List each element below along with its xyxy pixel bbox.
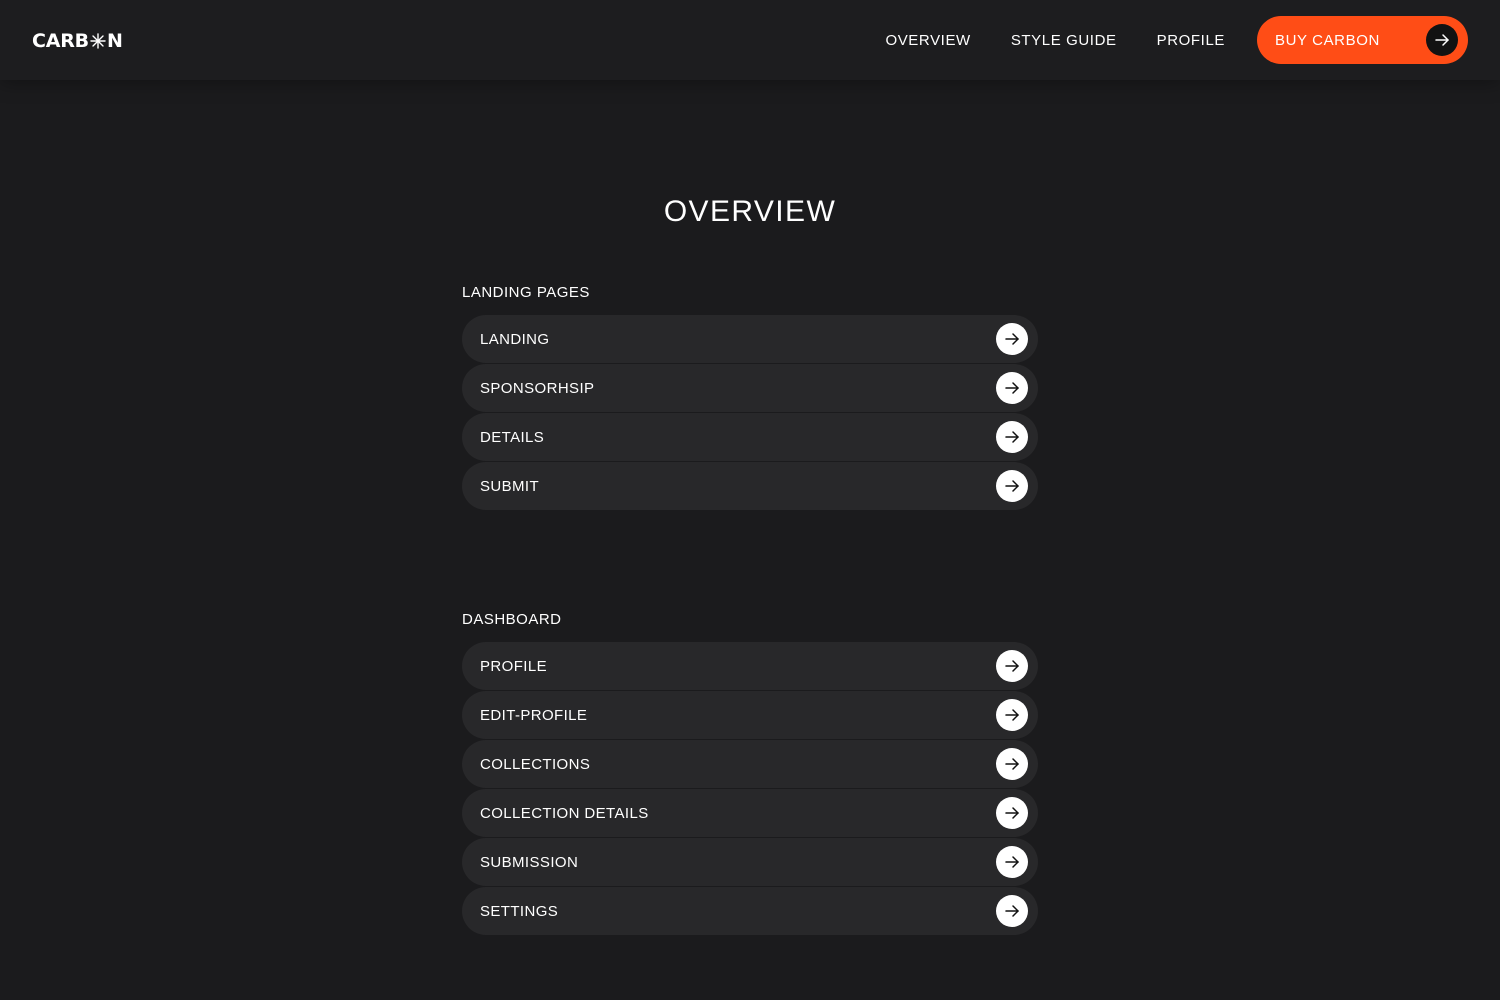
arrow-right-icon[interactable] — [996, 470, 1028, 502]
logo-text-start: CARB — [32, 30, 89, 52]
arrow-right-icon[interactable] — [996, 372, 1028, 404]
list-item-profile[interactable]: PROFILE — [462, 642, 1038, 690]
arrow-right-icon[interactable] — [996, 421, 1028, 453]
nav-overview[interactable]: OVERVIEW — [885, 32, 970, 49]
list-item-label: LANDING — [480, 330, 550, 348]
nav-style-guide[interactable]: STYLE GUIDE — [1011, 32, 1117, 49]
list-item-edit-profile[interactable]: EDIT-PROFILE — [462, 691, 1038, 739]
section-title: DASHBOARD — [462, 611, 562, 628]
arrow-right-icon[interactable] — [996, 748, 1028, 780]
list-item-label: PROFILE — [480, 657, 547, 675]
list-item-details[interactable]: DETAILS — [462, 413, 1038, 461]
list-item-label: SETTINGS — [480, 902, 559, 920]
main-nav: OVERVIEW STYLE GUIDE PROFILE — [885, 32, 1225, 49]
section-dashboard: DASHBOARD PROFILE EDIT-PROFILE COLLECTIO… — [462, 612, 1038, 936]
arrow-right-icon[interactable] — [996, 699, 1028, 731]
list-item-label: EDIT-PROFILE — [480, 706, 588, 724]
list-item-sponsorship[interactable]: SPONSORHSIP — [462, 364, 1038, 412]
list-item-label: COLLECTIONS — [480, 755, 591, 773]
list-item-label: SPONSORHSIP — [480, 379, 595, 397]
buy-carbon-label: BUY CARBON — [1275, 31, 1380, 49]
arrow-right-icon[interactable] — [996, 895, 1028, 927]
section-title: LANDING PAGES — [462, 284, 590, 301]
top-header: CARB N OVERVIEW STYLE GUIDE PROFILE BUY … — [0, 0, 1500, 80]
list-item-label: SUBMISSION — [480, 853, 579, 871]
page-title: OVERVIEW — [663, 195, 837, 228]
section-landing-pages: LANDING PAGES LANDING SPONSORHSIP DETAIL… — [462, 285, 1038, 511]
arrow-right-icon[interactable] — [996, 797, 1028, 829]
nav-profile[interactable]: PROFILE — [1157, 32, 1225, 49]
arrow-right-icon — [1426, 24, 1458, 56]
list-item-settings[interactable]: SETTINGS — [462, 887, 1038, 935]
arrow-right-icon[interactable] — [996, 846, 1028, 878]
list-item-submit[interactable]: SUBMIT — [462, 462, 1038, 510]
arrow-right-icon[interactable] — [996, 650, 1028, 682]
buy-carbon-button[interactable]: BUY CARBON — [1257, 16, 1468, 64]
asterisk-icon — [90, 33, 106, 49]
list-item-label: SUBMIT — [480, 477, 540, 495]
logo-text-end: N — [106, 30, 123, 52]
list-item-landing[interactable]: LANDING — [462, 315, 1038, 363]
list-item-collection-details[interactable]: COLLECTION DETAILS — [462, 789, 1038, 837]
arrow-right-icon[interactable] — [996, 323, 1028, 355]
list-item-label: COLLECTION DETAILS — [480, 804, 649, 822]
list-item-collections[interactable]: COLLECTIONS — [462, 740, 1038, 788]
list-item-label: DETAILS — [480, 428, 545, 446]
list-item-submission[interactable]: SUBMISSION — [462, 838, 1038, 886]
carbon-logo[interactable]: CARB N — [32, 30, 123, 52]
